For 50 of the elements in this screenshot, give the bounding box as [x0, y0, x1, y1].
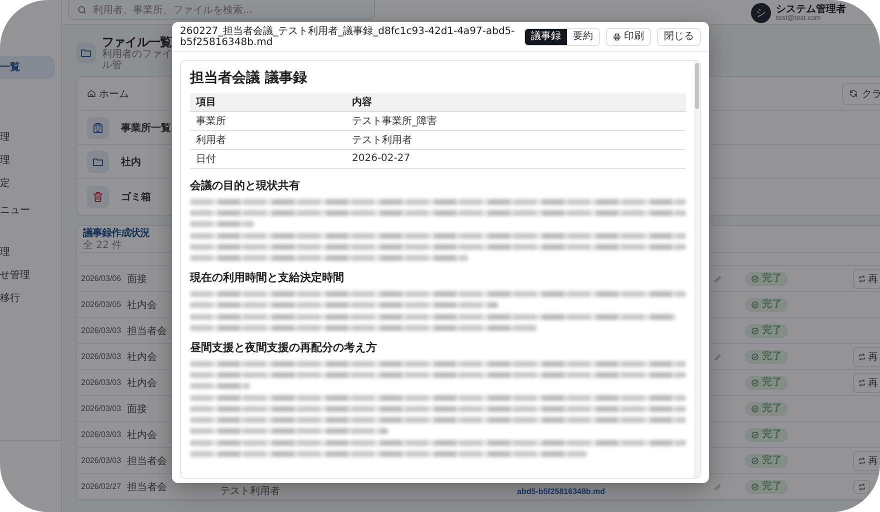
- status-badge: 完了: [745, 298, 788, 312]
- table-cell: テスト事業所_障害: [346, 111, 686, 130]
- table-cell-text: 担当者会: [127, 324, 167, 338]
- table-cell: 2026/03/03: [81, 352, 122, 361]
- table-cell-text: 社内会: [127, 428, 157, 442]
- table-cell-text: 担当者会: [127, 454, 167, 468]
- document-title: 担当者会議 議事録: [190, 69, 308, 87]
- table-cell: 2026/03/03: [81, 456, 122, 465]
- table-cell-text: 面接: [127, 272, 147, 286]
- table-cell: テスト利用者: [220, 486, 280, 497]
- table-cell: 2026/03/03: [81, 430, 122, 439]
- table-cell-text: 社内会: [127, 350, 157, 364]
- table-cell: テスト利用者: [346, 130, 686, 149]
- table-cell-text: 面接: [127, 402, 147, 416]
- user-name: システム管理者: [776, 4, 846, 15]
- status-badge: 完了: [745, 480, 788, 494]
- column-header: 内容: [346, 93, 686, 111]
- page-subtitle: 利用者のファイル管: [102, 49, 173, 71]
- section-heading: 昼間支援と夜間支援の再配分の考え方: [190, 340, 378, 354]
- status-badge: 完了: [745, 428, 788, 442]
- page-title: ファイル一覧: [102, 35, 173, 49]
- table-cell-text: 担当者会: [127, 480, 167, 494]
- status-badge: 完了: [745, 324, 788, 338]
- folder-name: ゴミ箱: [121, 190, 151, 204]
- section-heading: 現在の利用時間と支給決定時間: [190, 270, 345, 284]
- table-cell-text: 社内会: [127, 376, 157, 390]
- status-badge: 完了: [745, 272, 788, 286]
- table-cell: 2026/03/03: [81, 326, 122, 335]
- section-heading: 会議の目的と現状共有: [190, 178, 301, 192]
- table-cell: 事業所: [190, 111, 346, 130]
- folder-name: 事業所一覧: [121, 122, 171, 134]
- status-badge: 完了: [745, 376, 788, 390]
- record-count: 全 22 件: [83, 240, 122, 250]
- status-badge: 完了: [745, 454, 788, 468]
- section-title: 議事録作成状況: [83, 228, 150, 240]
- status-badge: 完了: [745, 402, 788, 416]
- avatar: シ: [751, 3, 771, 23]
- table-cell: 日付: [190, 149, 346, 168]
- table-cell: 利用者: [190, 130, 346, 149]
- folder-name: 社内: [121, 156, 141, 168]
- table-cell: 2026-02-27: [346, 149, 686, 168]
- table-cell: 2026/03/06: [81, 274, 122, 283]
- status-badge: 完了: [745, 350, 788, 364]
- table-cell: 2026/03/03: [81, 404, 122, 413]
- file-name: 260227_担当者会議_テスト利用者_議事録_d8fc1c93-42d1-4a97-abd5-b5f25816348b.md: [180, 26, 516, 48]
- table-cell: 2026/03/05: [81, 300, 122, 309]
- table-cell: 2026/03/03: [81, 378, 122, 387]
- column-header: 項目: [190, 93, 346, 111]
- table-cell-text: 社内会: [127, 298, 157, 312]
- table-cell: 2026/02/27: [81, 482, 122, 491]
